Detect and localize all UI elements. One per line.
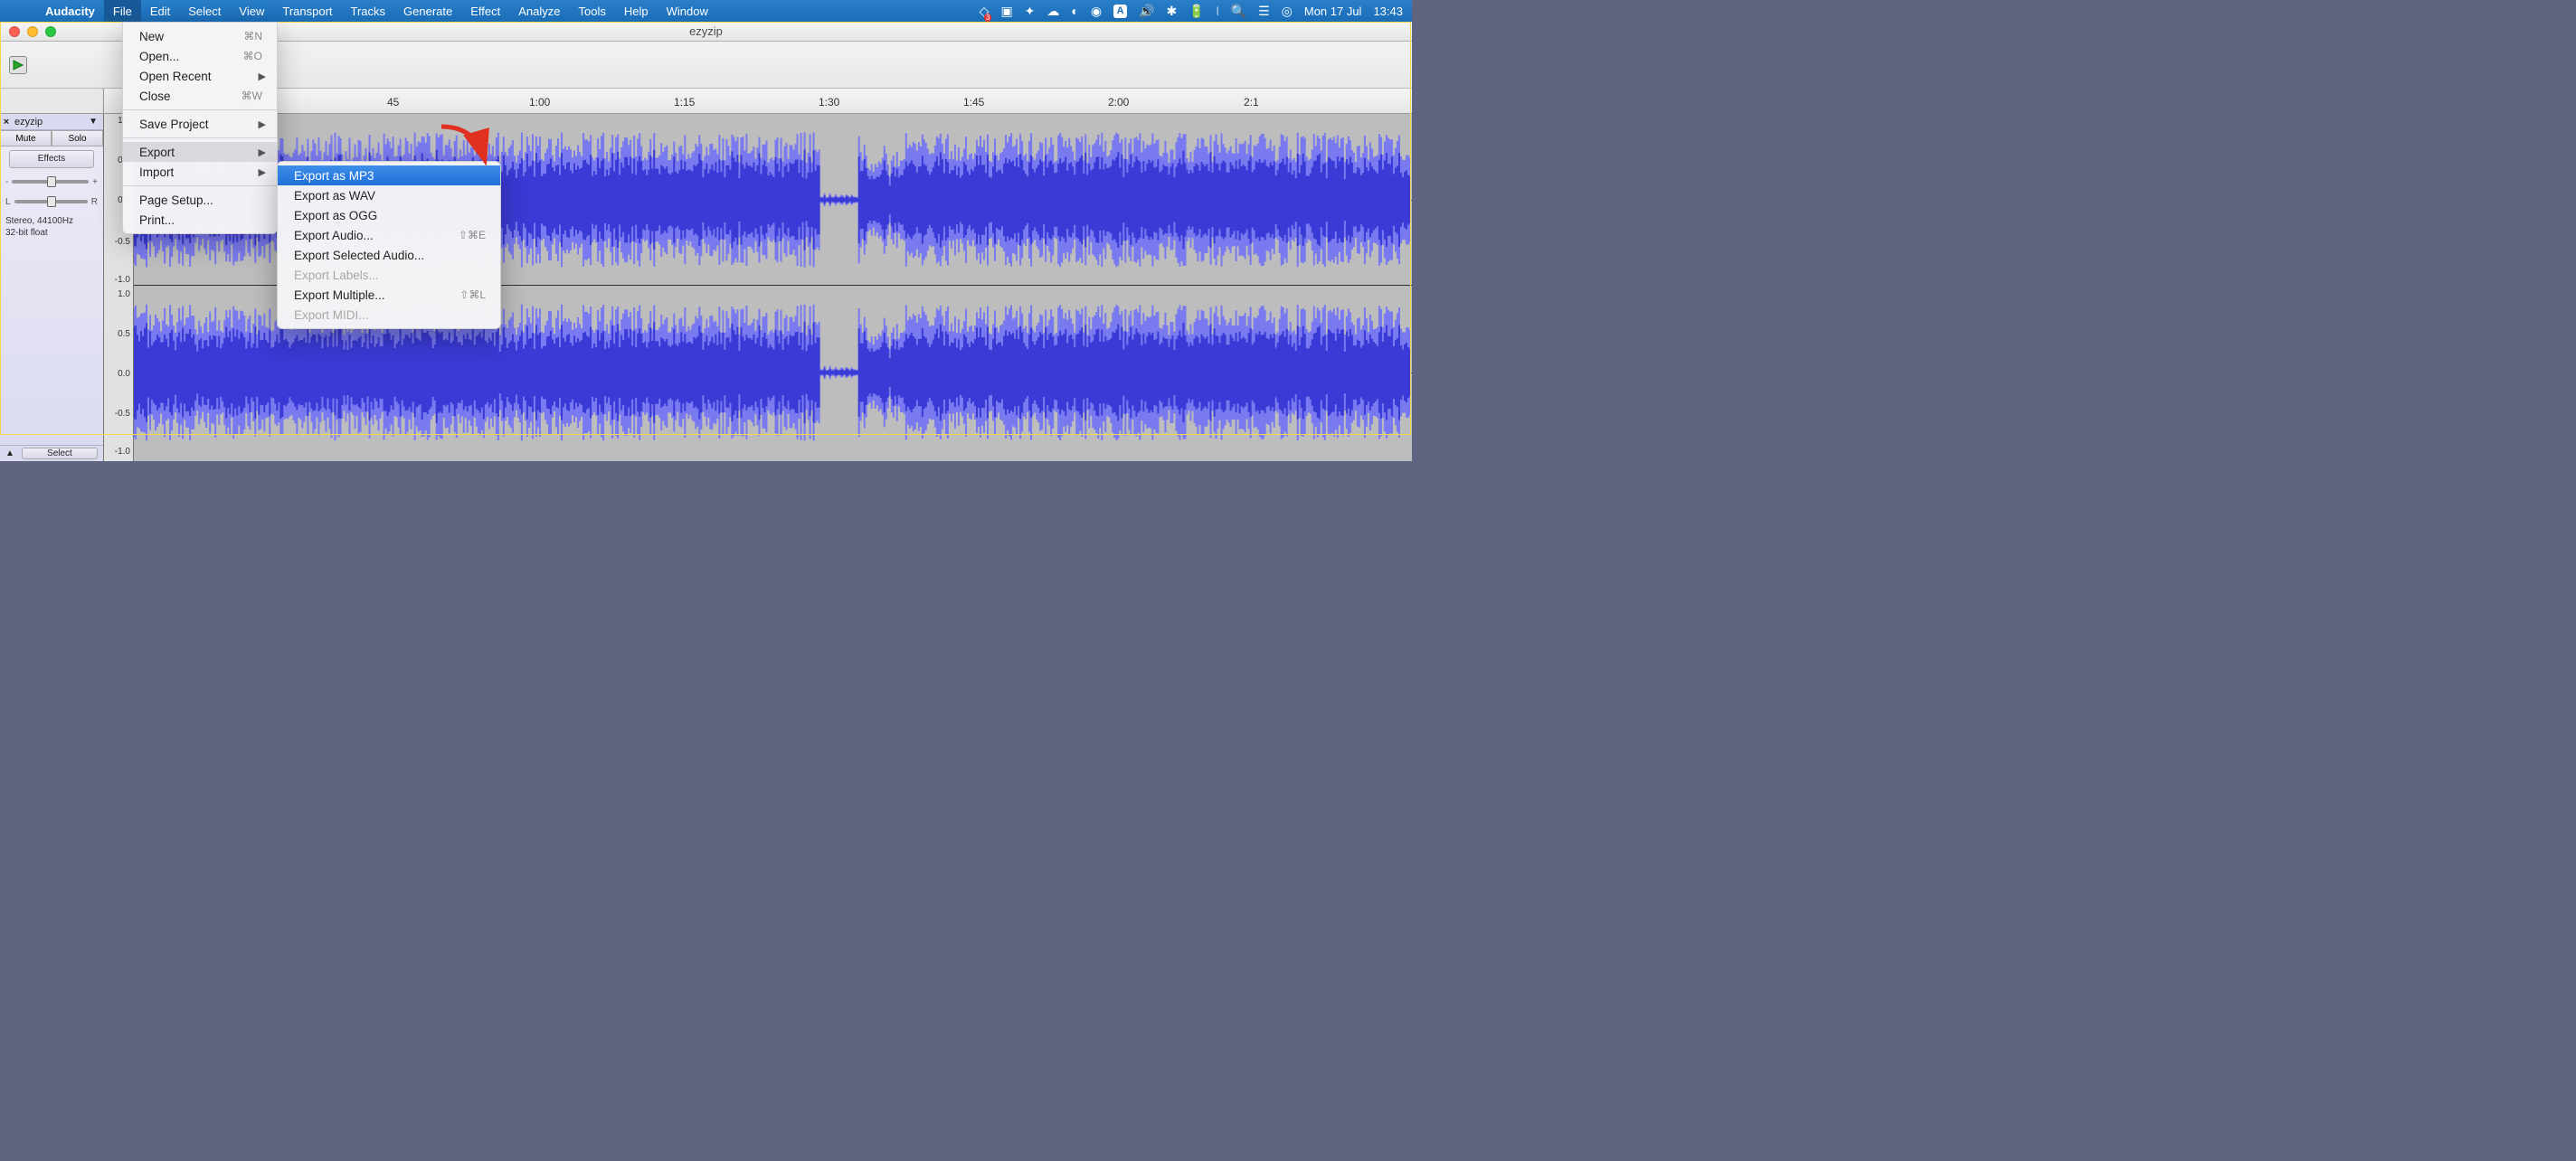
menubar-item-effect[interactable]: Effect bbox=[461, 0, 509, 22]
menubar-item-edit[interactable]: Edit bbox=[141, 0, 179, 22]
siri-icon[interactable]: ◎ bbox=[1282, 4, 1293, 19]
evernote-icon[interactable]: ✦ bbox=[1025, 4, 1036, 19]
ruler-mark: 1:30 bbox=[819, 96, 839, 109]
file-menu-item-save-project[interactable]: Save Project▶ bbox=[123, 114, 277, 134]
track-select-button[interactable]: Select bbox=[22, 448, 98, 459]
spotlight-icon[interactable]: 🔍 bbox=[1231, 4, 1246, 19]
ruler-mark: 1:15 bbox=[674, 96, 695, 109]
control-center-icon[interactable]: ☰ bbox=[1258, 4, 1270, 19]
ruler-mark: 45 bbox=[387, 96, 399, 109]
export-menu-item-export-labels-: Export Labels... bbox=[278, 265, 500, 285]
app-icon-2[interactable]: ☁ bbox=[1046, 4, 1059, 19]
track-control-panel: × ezyzip ▼ Mute Solo Effects - + L R Ste… bbox=[0, 114, 104, 461]
menubar-item-help[interactable]: Help bbox=[615, 0, 658, 22]
export-menu-item-export-midi-: Export MIDI... bbox=[278, 305, 500, 325]
export-menu-item-export-as-wav[interactable]: Export as WAV bbox=[278, 185, 500, 205]
export-menu-item-export-multiple-[interactable]: Export Multiple...⇧⌘L bbox=[278, 285, 500, 305]
app-icon-1[interactable]: ▣ bbox=[1000, 4, 1012, 19]
file-menu-item-import[interactable]: Import▶ bbox=[123, 162, 277, 182]
track-info-depth: 32-bit float bbox=[5, 227, 98, 239]
menubar-item-transport[interactable]: Transport bbox=[273, 0, 341, 22]
timeline-ruler[interactable]: 30451:001:151:301:452:002:1 bbox=[104, 89, 1412, 114]
app-icon-3[interactable]: ◐ bbox=[1071, 4, 1078, 18]
export-menu-item-export-audio-[interactable]: Export Audio...⇧⌘E bbox=[278, 225, 500, 245]
menubar-item-view[interactable]: View bbox=[230, 0, 273, 22]
file-menu-dropdown: New⌘NOpen...⌘OOpen Recent▶Close⌘W Save Pr… bbox=[122, 22, 278, 234]
amp-label: -1.0 bbox=[115, 447, 130, 457]
export-menu-item-export-as-ogg[interactable]: Export as OGG bbox=[278, 205, 500, 225]
pan-left-label: L bbox=[5, 197, 11, 207]
pan-right-label: R bbox=[91, 197, 98, 207]
menubar-item-tools[interactable]: Tools bbox=[570, 0, 615, 22]
effects-button[interactable]: Effects bbox=[9, 150, 94, 168]
export-menu-item-export-as-mp-[interactable]: Export as MP3 bbox=[278, 165, 500, 185]
wifi-icon[interactable]: ⧙ bbox=[1217, 4, 1219, 19]
track-menu-dropdown[interactable]: ▼ bbox=[89, 117, 103, 127]
dropbox-badge: 3 bbox=[984, 14, 991, 22]
menubar-date[interactable]: Mon 17 Jul bbox=[1304, 5, 1362, 18]
menubar-item-select[interactable]: Select bbox=[179, 0, 230, 22]
mute-button[interactable]: Mute bbox=[0, 130, 52, 146]
app-icon-4[interactable]: ◉ bbox=[1091, 4, 1102, 19]
ruler-mark: 1:45 bbox=[963, 96, 984, 109]
solo-button[interactable]: Solo bbox=[52, 130, 103, 146]
amp-label: 0.5 bbox=[118, 329, 130, 339]
track-close-button[interactable]: × bbox=[0, 117, 13, 127]
amp-label: -0.5 bbox=[115, 237, 130, 247]
file-menu-item-print-[interactable]: Print... bbox=[123, 210, 277, 230]
amp-label: -1.0 bbox=[115, 275, 130, 285]
menubar-app-name[interactable]: Audacity bbox=[36, 5, 104, 18]
file-menu-item-close[interactable]: Close⌘W bbox=[123, 86, 277, 106]
menubar-item-file[interactable]: File bbox=[104, 0, 141, 22]
file-menu-item-new[interactable]: New⌘N bbox=[123, 26, 277, 46]
amp-label: 0.0 bbox=[118, 369, 130, 379]
pan-slider[interactable] bbox=[14, 200, 88, 203]
track-name[interactable]: ezyzip bbox=[13, 117, 89, 127]
track-info-rate: Stereo, 44100Hz bbox=[5, 215, 98, 227]
menubar-status-area: ◇3 ▣ ✦ ☁ ◐ ◉ A 🔊 ✱ 🔋 ⧙ 🔍 ☰ ◎ Mon 17 Jul … bbox=[980, 4, 1412, 19]
menubar-item-generate[interactable]: Generate bbox=[394, 0, 461, 22]
amp-label: -0.5 bbox=[115, 409, 130, 419]
menubar-time[interactable]: 13:43 bbox=[1373, 5, 1403, 18]
dropbox-icon[interactable]: ◇3 bbox=[980, 4, 990, 19]
macos-menubar: Audacity File Edit Select View Transport… bbox=[0, 0, 1412, 22]
menubar-item-tracks[interactable]: Tracks bbox=[342, 0, 395, 22]
gain-minus-label: - bbox=[5, 177, 8, 187]
battery-icon[interactable]: 🔋 bbox=[1189, 4, 1204, 19]
track-format-info: Stereo, 44100Hz 32-bit float bbox=[0, 212, 103, 242]
gain-slider-row: - + bbox=[0, 172, 103, 192]
track-collapse-button[interactable]: ▲ bbox=[0, 448, 20, 458]
file-menu-item-export[interactable]: Export▶ bbox=[123, 142, 277, 162]
menubar-item-analyze[interactable]: Analyze bbox=[509, 0, 569, 22]
file-menu-item-page-setup-[interactable]: Page Setup... bbox=[123, 190, 277, 210]
file-menu-item-open-recent[interactable]: Open Recent▶ bbox=[123, 66, 277, 86]
amp-label: 1.0 bbox=[118, 289, 130, 299]
menubar-item-window[interactable]: Window bbox=[658, 0, 717, 22]
gain-plus-label: + bbox=[92, 177, 98, 187]
transport-play-button[interactable] bbox=[9, 56, 27, 74]
ruler-mark: 2:1 bbox=[1244, 96, 1259, 109]
gain-slider[interactable] bbox=[12, 180, 89, 184]
pan-slider-row: L R bbox=[0, 192, 103, 212]
app-icon-a[interactable]: A bbox=[1113, 5, 1127, 18]
bluetooth-icon[interactable]: ✱ bbox=[1167, 4, 1178, 19]
ruler-mark: 1:00 bbox=[529, 96, 550, 109]
export-menu-item-export-selected-audio-[interactable]: Export Selected Audio... bbox=[278, 245, 500, 265]
export-submenu: Export as MP3Export as WAVExport as OGGE… bbox=[277, 161, 501, 329]
file-menu-item-open-[interactable]: Open...⌘O bbox=[123, 46, 277, 66]
volume-icon[interactable]: 🔊 bbox=[1139, 4, 1154, 19]
ruler-mark: 2:00 bbox=[1108, 96, 1129, 109]
